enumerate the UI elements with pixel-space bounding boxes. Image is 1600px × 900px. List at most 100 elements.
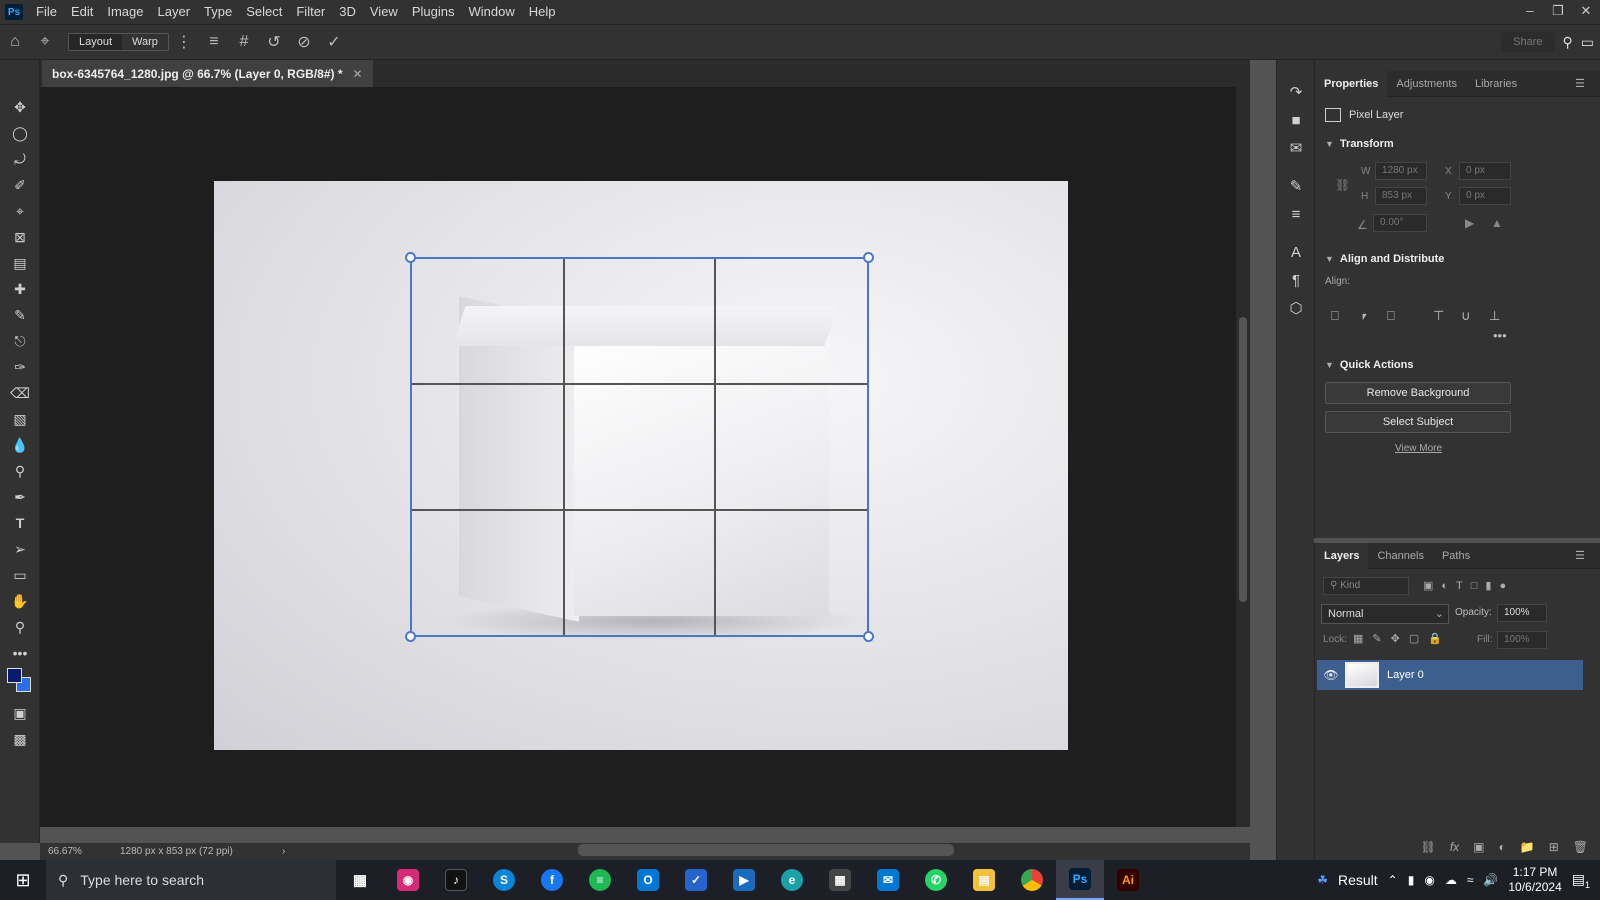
marquee-tool-icon[interactable]: ◯	[0, 120, 40, 146]
crop-handle-top-left[interactable]	[405, 252, 416, 263]
height-field[interactable]: 853 px	[1375, 187, 1427, 205]
adjustments-icon[interactable]: ≡	[1277, 200, 1315, 228]
battery-icon[interactable]: ▮	[1408, 873, 1415, 887]
workspace-icon[interactable]: ▭	[1581, 34, 1594, 51]
document-tab[interactable]: box-6345764_1280.jpg @ 66.7% (Layer 0, R…	[42, 60, 373, 87]
tab-adjustments[interactable]: Adjustments	[1387, 71, 1466, 97]
stamp-tool-icon[interactable]: ⎋	[0, 328, 40, 354]
menu-layer[interactable]: Layer	[151, 0, 198, 24]
character-icon[interactable]: A	[1277, 238, 1315, 266]
menu-edit[interactable]: Edit	[64, 0, 100, 24]
home-icon[interactable]: ⌂	[0, 33, 30, 51]
view-more-link[interactable]: View More	[1395, 443, 1442, 454]
layer-filter-select[interactable]: ⚲ Kind	[1323, 577, 1409, 595]
spotify-icon[interactable]: ≡	[576, 860, 624, 900]
pen-tool-icon[interactable]: ✒	[0, 484, 40, 510]
history-icon[interactable]: ↷	[1277, 78, 1315, 106]
task-view-icon[interactable]: ▦	[336, 860, 384, 900]
clock[interactable]: 1:17 PM 10/6/2024	[1508, 865, 1561, 895]
layer-row[interactable]: 👁 Layer 0	[1317, 660, 1583, 690]
menu-image[interactable]: Image	[100, 0, 150, 24]
more-options-icon[interactable]: •••	[1493, 328, 1507, 343]
crop-handle-bottom-right[interactable]	[863, 631, 874, 642]
tab-layers[interactable]: Layers	[1315, 542, 1369, 569]
transform-section[interactable]: ▼ Transform	[1315, 132, 1600, 156]
flip-vertical-icon[interactable]: ▲	[1491, 216, 1503, 230]
todo-icon[interactable]: ✓	[672, 860, 720, 900]
layout-button[interactable]: Layout	[69, 34, 123, 50]
minimize-icon[interactable]: –	[1516, 0, 1544, 24]
wifi-icon[interactable]: ≈	[1467, 873, 1474, 887]
fill-field[interactable]: 100%	[1497, 631, 1547, 649]
ruler-tool-icon[interactable]: ▤	[0, 250, 40, 276]
vertical-split-icon[interactable]: ⋮	[169, 32, 199, 52]
layers-menu-icon[interactable]: ☰	[1566, 543, 1594, 569]
quick-mask-icon[interactable]: ▣	[0, 700, 40, 726]
select-subject-button[interactable]: Select Subject	[1325, 411, 1511, 433]
crop-tool-icon[interactable]: ⌖	[0, 198, 40, 224]
weather-label[interactable]: Result	[1338, 872, 1378, 888]
delete-layer-icon[interactable]: 🗑	[1573, 840, 1588, 854]
new-layer-icon[interactable]: ⊞	[1549, 840, 1559, 854]
align-top-icon[interactable]: ⊤	[1433, 308, 1444, 324]
zoom-level[interactable]: 66.67%	[40, 846, 92, 857]
x-field[interactable]: 0 px	[1459, 162, 1511, 180]
movies-icon[interactable]: ▶	[720, 860, 768, 900]
status-arrow-icon[interactable]: ›	[282, 846, 285, 857]
reset-icon[interactable]: ↺	[259, 32, 289, 52]
brush-settings-icon[interactable]: ✎	[1277, 172, 1315, 200]
flip-horizontal-icon[interactable]: ▶	[1465, 216, 1474, 230]
screen-mode-icon[interactable]: ▩	[0, 726, 40, 752]
layer-name[interactable]: Layer 0	[1387, 669, 1424, 681]
weather-icon[interactable]: ☘	[1317, 873, 1328, 887]
close-icon[interactable]: ✕	[1572, 0, 1600, 24]
photoshop-taskbar-icon[interactable]: Ps	[1056, 860, 1104, 900]
tab-properties[interactable]: Properties	[1315, 70, 1388, 97]
zoom-tool-icon[interactable]: ⚲	[0, 614, 40, 640]
gradient-tool-icon[interactable]: ▧	[0, 406, 40, 432]
quick-actions-section[interactable]: ▼ Quick Actions	[1315, 353, 1600, 377]
grid-split-icon[interactable]: #	[229, 33, 259, 51]
align-bottom-icon[interactable]: ⊥	[1489, 308, 1500, 324]
dodge-tool-icon[interactable]: ⚲	[0, 458, 40, 484]
y-field[interactable]: 0 px	[1459, 187, 1511, 205]
menu-view[interactable]: View	[363, 0, 405, 24]
align-middle-v-icon[interactable]: ∪	[1461, 308, 1471, 324]
panel-menu-icon[interactable]: ☰	[1566, 71, 1594, 97]
crop-handle-bottom-left[interactable]	[405, 631, 416, 642]
rectangle-tool-icon[interactable]: ▭	[0, 562, 40, 588]
new-group-icon[interactable]: 📁	[1520, 840, 1535, 854]
plugins-icon[interactable]: ■	[1277, 106, 1315, 134]
menu-type[interactable]: Type	[197, 0, 239, 24]
opacity-field[interactable]: 100%	[1497, 604, 1547, 622]
crop-handle-top-right[interactable]	[863, 252, 874, 263]
fx-icon[interactable]: fx	[1450, 840, 1459, 854]
menu-select[interactable]: Select	[239, 0, 289, 24]
camera-icon[interactable]: ◉	[1424, 873, 1434, 887]
volume-icon[interactable]: 🔊	[1483, 873, 1498, 887]
edge-icon[interactable]: e	[768, 860, 816, 900]
cancel-icon[interactable]: ⊘	[289, 32, 319, 52]
brush-tool-icon[interactable]: ✎	[0, 302, 40, 328]
remove-background-button[interactable]: Remove Background	[1325, 382, 1511, 404]
blur-tool-icon[interactable]: 💧	[0, 432, 40, 458]
link-layers-icon[interactable]: ⛓	[1421, 840, 1436, 854]
angle-field[interactable]: 0.00°	[1373, 214, 1427, 232]
paragraph-icon[interactable]: ¶	[1277, 266, 1315, 294]
lock-icons[interactable]: ▦✎✥▢🔒	[1353, 632, 1451, 645]
mail-icon[interactable]: ✉	[864, 860, 912, 900]
instagram-icon[interactable]: ◉	[384, 860, 432, 900]
history-brush-icon[interactable]: ✑	[0, 354, 40, 380]
comments-icon[interactable]: ✉	[1277, 134, 1315, 162]
3d-icon[interactable]: ⬡	[1277, 294, 1315, 322]
warp-button[interactable]: Warp	[122, 34, 168, 50]
foreground-color-swatch[interactable]	[7, 668, 22, 683]
whatsapp-icon[interactable]: ✆	[912, 860, 960, 900]
onedrive-icon[interactable]: ☁	[1445, 873, 1457, 887]
horizontal-split-icon[interactable]: ≡	[199, 33, 229, 51]
tiktok-icon[interactable]: ♪	[432, 860, 480, 900]
share-button[interactable]: Share	[1501, 32, 1555, 52]
path-selection-icon[interactable]: ➢	[0, 536, 40, 562]
menu-file[interactable]: File	[29, 0, 64, 24]
more-tools-icon[interactable]: •••	[0, 640, 40, 666]
